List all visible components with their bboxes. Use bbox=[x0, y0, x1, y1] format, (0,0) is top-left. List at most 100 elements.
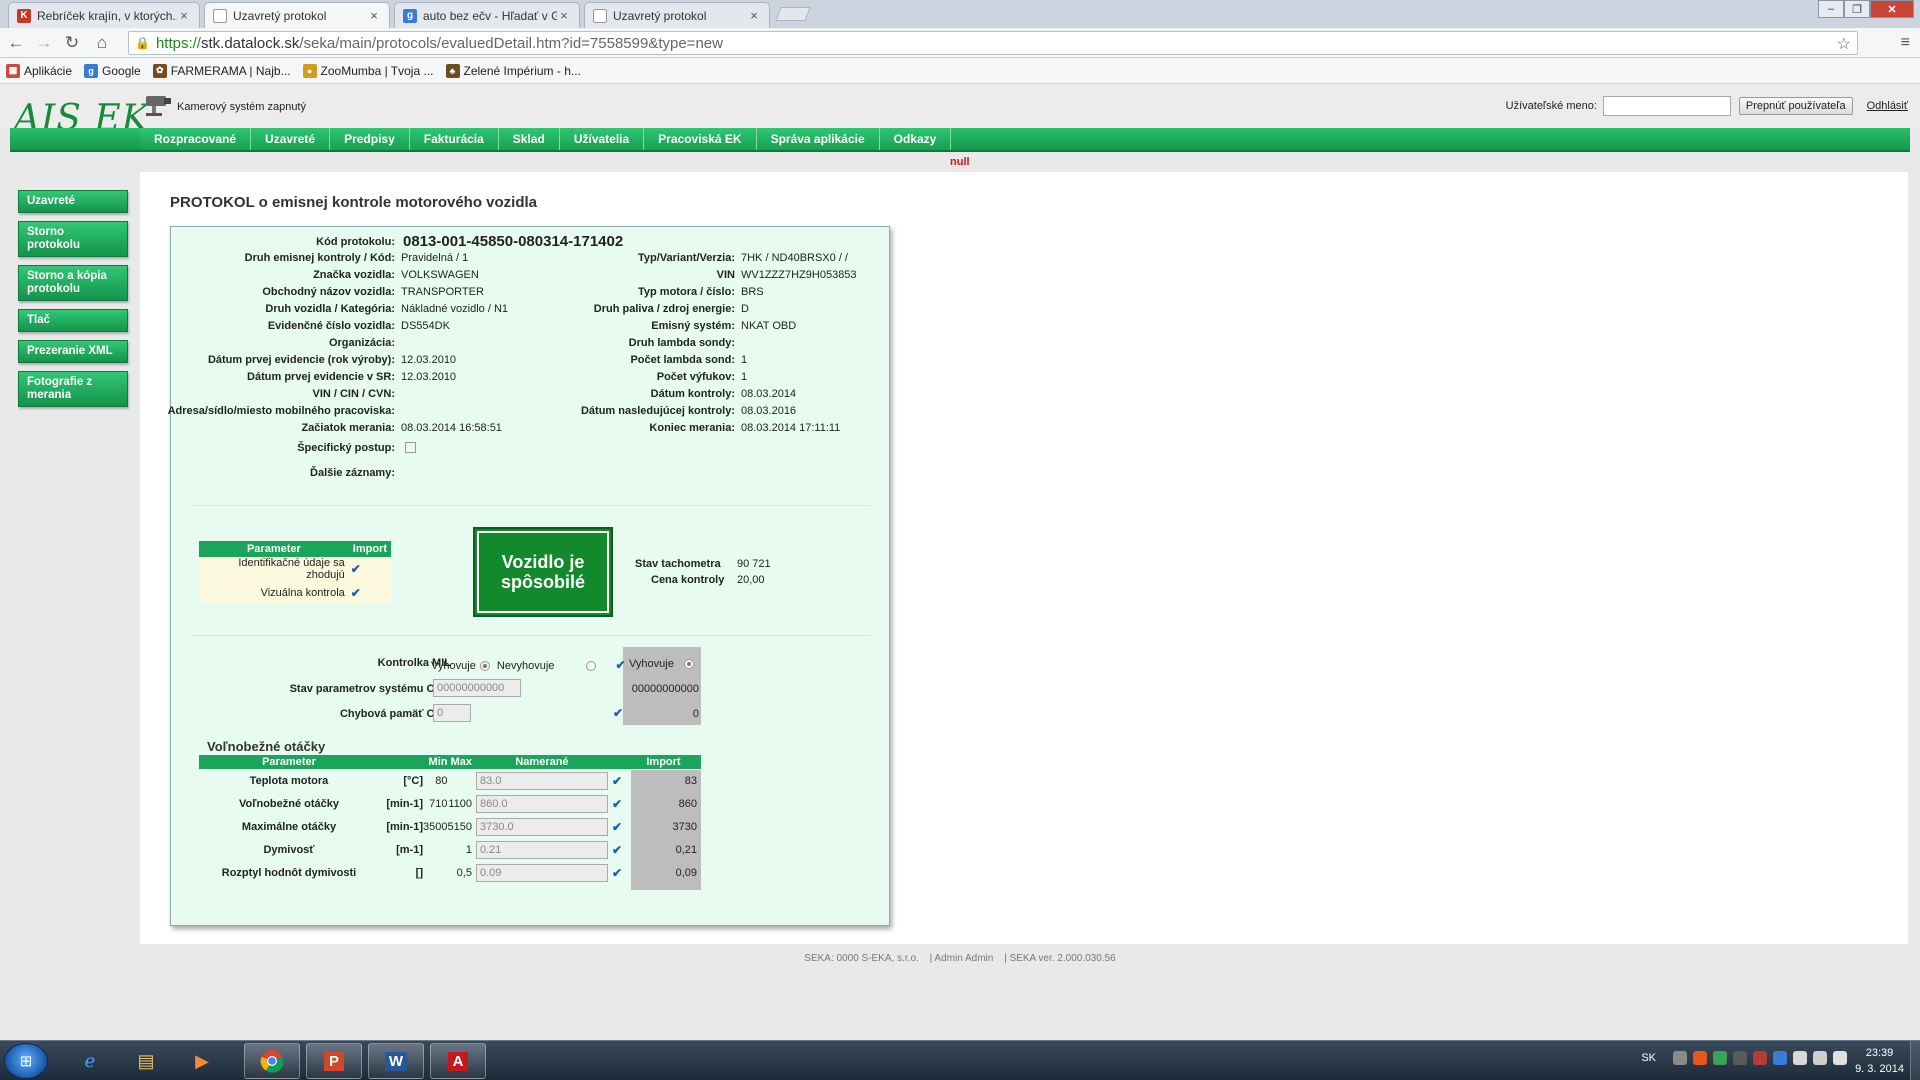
close-window-icon[interactable]: ✕ bbox=[1870, 0, 1914, 18]
param-min bbox=[423, 838, 447, 861]
close-tab-icon[interactable]: × bbox=[747, 8, 761, 23]
bookmark-farmerama[interactable]: ✿ FARMERAMA | Najb... bbox=[152, 63, 291, 78]
nav-pracoviska-ek[interactable]: Pracoviská EK bbox=[644, 128, 757, 150]
acrobat-icon[interactable]: A bbox=[430, 1043, 486, 1079]
measured-input[interactable]: 0.09 bbox=[475, 863, 608, 882]
window-controls: – ❐ ✕ bbox=[1818, 0, 1914, 18]
minimize-icon[interactable]: – bbox=[1818, 0, 1844, 18]
check-icon: ✔ bbox=[611, 773, 622, 788]
side-fotografie-button[interactable]: Fotografie z merania bbox=[18, 371, 128, 407]
browser-tab[interactable]: Uzavretý protokol × bbox=[584, 2, 770, 28]
specificky-postup-checkbox[interactable] bbox=[405, 442, 416, 453]
site-favicon-icon: K bbox=[17, 8, 31, 23]
bookmark-zoomumba[interactable]: ● ZooMumba | Tvoja ... bbox=[302, 63, 434, 78]
nav-uzavrete[interactable]: Uzavreté bbox=[251, 128, 331, 150]
tray-app-icon[interactable] bbox=[1773, 1051, 1787, 1065]
bookmark-apps[interactable]: ▦ Aplikácie bbox=[6, 63, 72, 78]
nav-fakturacia[interactable]: Fakturácia bbox=[409, 128, 499, 150]
table-header-row: Parameter Min Max Namerané Import bbox=[199, 755, 701, 769]
powerpoint-icon[interactable]: P bbox=[306, 1043, 362, 1079]
action-center-icon[interactable] bbox=[1793, 1051, 1807, 1065]
column-header: Min bbox=[428, 756, 448, 768]
param-unit: [] bbox=[415, 866, 423, 879]
table-row: Identifikačné údaje sa zhodujú ✔ bbox=[199, 557, 391, 581]
bookmark-google[interactable]: g Google bbox=[84, 63, 141, 78]
address-bar[interactable]: 🔒 https://stk.datalock.sk/seka/main/prot… bbox=[128, 31, 1858, 55]
tray-app-icon[interactable] bbox=[1713, 1051, 1727, 1065]
mil-radio-group: Vyhovuje Nevyhovuje ✔ bbox=[431, 658, 626, 672]
check-icon: ✔ bbox=[613, 706, 624, 720]
obd-param-input[interactable]: 00000000000 bbox=[433, 679, 521, 697]
back-arrow-icon[interactable]: ← bbox=[6, 33, 26, 53]
table-row: Rozptyl hodnôt dymivosti [] 0,5 0.09 ✔ 0… bbox=[199, 861, 701, 884]
volume-icon[interactable] bbox=[1833, 1051, 1847, 1065]
obd-error-input[interactable]: 0 bbox=[433, 704, 471, 722]
close-tab-icon[interactable]: × bbox=[557, 8, 571, 23]
vyhovuje-radio[interactable] bbox=[479, 661, 490, 672]
bookmark-zelene-imperium[interactable]: ♣ Zelené Impérium - h... bbox=[445, 63, 581, 78]
side-storno-kopia-button[interactable]: Storno a kópia protokolu bbox=[18, 265, 128, 301]
start-button[interactable]: ⊞ bbox=[4, 1043, 48, 1079]
side-prezeranie-xml-button[interactable]: Prezeranie XML bbox=[18, 340, 128, 363]
browser-tab[interactable]: K Rebríček krajín, v ktorých... × bbox=[8, 2, 200, 28]
reload-icon[interactable]: ↻ bbox=[62, 33, 82, 53]
nav-sklad[interactable]: Sklad bbox=[498, 128, 560, 150]
measured-input[interactable]: 860.0 bbox=[475, 794, 608, 813]
check-icon: ✔ bbox=[611, 819, 622, 834]
file-explorer-icon[interactable]: ▤ bbox=[118, 1043, 174, 1079]
main-navigation: Rozpracované Uzavreté Predpisy Fakturáci… bbox=[10, 128, 1910, 152]
bookmarks-bar: ▦ Aplikácie g Google ✿ FARMERAMA | Najb... … bbox=[0, 58, 1920, 84]
chrome-icon[interactable] bbox=[244, 1043, 300, 1079]
param-max: 5150 bbox=[447, 820, 472, 833]
maximize-icon[interactable]: ❐ bbox=[1844, 0, 1870, 18]
system-clock[interactable]: 23:39 9. 3. 2014 bbox=[1855, 1045, 1904, 1077]
network-icon[interactable] bbox=[1813, 1051, 1827, 1065]
browser-menu-icon[interactable]: ≡ bbox=[1901, 34, 1910, 52]
tray-app-icon[interactable] bbox=[1693, 1051, 1707, 1065]
measured-input[interactable]: 3730.0 bbox=[475, 817, 608, 836]
tray-app-icon[interactable] bbox=[1733, 1051, 1747, 1065]
nav-uzivatelia[interactable]: Užívatelia bbox=[559, 128, 645, 150]
side-tlac-button[interactable]: Tlač bbox=[18, 309, 128, 332]
nav-odkazy[interactable]: Odkazy bbox=[879, 128, 952, 150]
idle-table: Parameter Min Max Namerané Import Teplot… bbox=[199, 755, 701, 884]
nav-rozpracovane[interactable]: Rozpracované bbox=[140, 128, 252, 150]
section-divider bbox=[191, 635, 871, 636]
show-desktop-button[interactable] bbox=[1910, 1041, 1920, 1080]
measured-input[interactable]: 83.0 bbox=[475, 771, 608, 790]
import-value: 0,21 bbox=[675, 843, 697, 856]
measured-input[interactable]: 0.21 bbox=[475, 840, 608, 859]
side-uzavrete-button[interactable]: Uzavreté bbox=[18, 190, 128, 213]
username-input[interactable] bbox=[1602, 96, 1731, 116]
tray-app-icon[interactable] bbox=[1753, 1051, 1767, 1065]
home-icon[interactable]: ⌂ bbox=[92, 33, 112, 53]
param-unit: [min-1] bbox=[386, 820, 423, 833]
browser-tab-active[interactable]: Uzavretý protokol × bbox=[204, 2, 390, 28]
nav-sprava-aplikacie[interactable]: Správa aplikácie bbox=[756, 128, 880, 150]
tray-app-icon[interactable] bbox=[1673, 1051, 1687, 1065]
logout-link[interactable]: Odhlásiť bbox=[1867, 100, 1908, 112]
param-min: 80 bbox=[435, 774, 448, 787]
close-tab-icon[interactable]: × bbox=[177, 8, 191, 23]
nevyhovuje-radio[interactable] bbox=[586, 661, 597, 672]
new-tab-button[interactable] bbox=[775, 7, 811, 21]
language-indicator[interactable]: SK bbox=[1641, 1052, 1656, 1064]
switch-user-button[interactable]: Prepnúť používateľa bbox=[1738, 97, 1853, 115]
system-tray: SK bbox=[1641, 1051, 1850, 1065]
media-player-icon[interactable]: ▶ bbox=[174, 1043, 230, 1079]
param-max: 0,5 bbox=[456, 866, 472, 879]
internet-explorer-icon[interactable]: ℯ bbox=[62, 1043, 118, 1079]
bookmark-star-icon[interactable]: ☆ bbox=[1837, 34, 1851, 54]
word-icon[interactable]: W bbox=[368, 1043, 424, 1079]
forward-arrow-icon[interactable]: → bbox=[34, 33, 54, 53]
import-value: 860 bbox=[678, 797, 697, 810]
field-label: Typ/Variant/Verzia: bbox=[637, 252, 735, 264]
nav-predpisy[interactable]: Predpisy bbox=[330, 128, 410, 150]
close-tab-icon[interactable]: × bbox=[367, 8, 381, 23]
farmerama-icon: ✿ bbox=[152, 63, 167, 78]
browser-tab[interactable]: g auto bez ečv - Hľadať v G... × bbox=[394, 2, 580, 28]
side-storno-button[interactable]: Storno protokolu bbox=[18, 221, 128, 257]
camera-icon bbox=[146, 96, 171, 116]
obd-param-label: Stav parametrov systému OBD bbox=[289, 683, 451, 695]
field-value: Pravidelná / 1 bbox=[401, 252, 469, 264]
